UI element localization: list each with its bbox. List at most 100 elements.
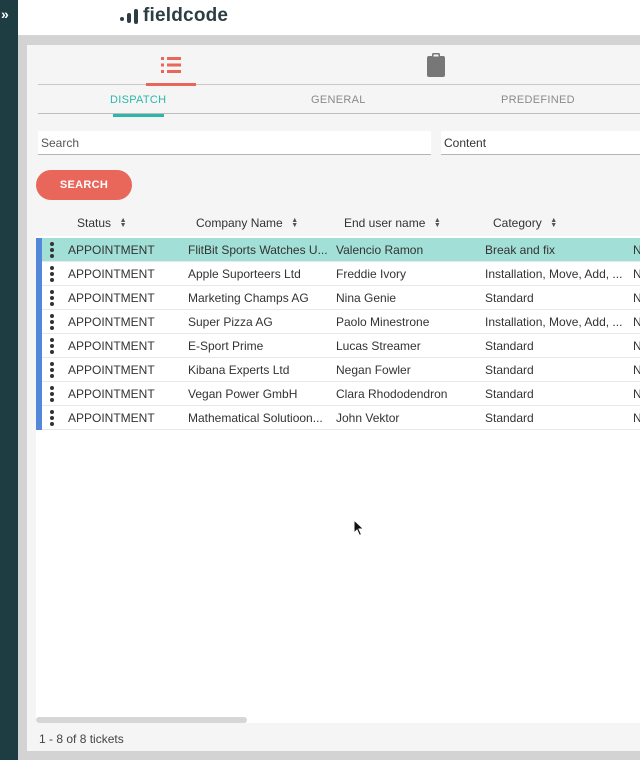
cell-category: Standard (485, 411, 534, 425)
kebab-menu-icon[interactable] (50, 290, 54, 306)
cell-company: Marketing Champs AG (188, 291, 309, 305)
cell-truncated: N (633, 315, 640, 329)
search-input[interactable] (38, 131, 431, 155)
cell-end-user: Freddie Ivory (336, 267, 407, 281)
cell-company: Mathematical Solutioon... (188, 411, 323, 425)
row-marker (36, 262, 42, 286)
table-row[interactable]: APPOINTMENT Marketing Champs AG Nina Gen… (36, 286, 640, 310)
logo-text: fieldcode (143, 5, 229, 26)
column-label: End user name (344, 216, 426, 230)
icon-tab-bar (38, 45, 640, 86)
row-marker (36, 382, 42, 406)
cell-end-user: Lucas Streamer (336, 339, 421, 353)
top-bar: fieldcode (18, 0, 640, 36)
tab-clipboard-view[interactable] (411, 45, 461, 85)
cell-company: Vegan Power GmbH (188, 387, 298, 401)
table-header: Status ▲ ▼ Company Name ▲ ▼ End user name … (36, 214, 640, 236)
row-marker (36, 334, 42, 358)
table-row[interactable]: APPOINTMENT Mathematical Solutioon... Jo… (36, 406, 640, 430)
column-header-end-user-name[interactable]: End user name ▲ ▼ (344, 216, 441, 230)
tab-bar: DISPATCH GENERAL PREDEFINED (38, 88, 640, 117)
sort-icon[interactable]: ▲ ▼ (550, 217, 558, 229)
ticket-count: 1 - 8 of 8 tickets (39, 732, 124, 746)
column-header-status[interactable]: Status ▲ ▼ (77, 216, 127, 230)
mouse-cursor-icon (353, 519, 365, 537)
cell-truncated: N (633, 243, 640, 257)
cell-end-user: Negan Fowler (336, 363, 411, 377)
cell-status: APPOINTMENT (68, 267, 155, 281)
cell-truncated: N (633, 291, 640, 305)
cell-status: APPOINTMENT (68, 315, 155, 329)
cell-category: Break and fix (485, 243, 556, 257)
table-row[interactable]: APPOINTMENT Vegan Power GmbH Clara Rhodo… (36, 382, 640, 406)
cell-status: APPOINTMENT (68, 363, 155, 377)
table-footer: 1 - 8 of 8 tickets (27, 726, 640, 751)
tab-list-view[interactable] (146, 45, 196, 86)
cell-truncated: N (633, 339, 640, 353)
cell-status: APPOINTMENT (68, 291, 155, 305)
kebab-menu-icon[interactable] (50, 266, 54, 282)
cell-company: Kibana Experts Ltd (188, 363, 290, 377)
cell-end-user: Paolo Minestrone (336, 315, 430, 329)
kebab-menu-icon[interactable] (50, 314, 54, 330)
table-row[interactable]: APPOINTMENT E-Sport Prime Lucas Streamer… (36, 334, 640, 358)
column-header-category[interactable]: Category ▲ ▼ (493, 216, 558, 230)
cell-category: Standard (485, 339, 534, 353)
expand-sidebar-icon[interactable]: » (1, 6, 9, 22)
column-label: Status (77, 216, 112, 230)
cell-company: Super Pizza AG (188, 315, 273, 329)
logo-mark-icon (120, 7, 138, 25)
left-sidebar: » (0, 0, 18, 760)
kebab-menu-icon[interactable] (50, 386, 54, 402)
sort-icon[interactable]: ▲ ▼ (119, 217, 127, 229)
row-marker (36, 286, 42, 310)
tab-general[interactable]: GENERAL (311, 94, 366, 106)
cell-end-user: Valencio Ramon (336, 243, 424, 257)
row-marker (36, 310, 42, 334)
fieldcode-logo: fieldcode (120, 5, 228, 27)
cell-status: APPOINTMENT (68, 411, 155, 425)
cell-status: APPOINTMENT (68, 243, 155, 257)
sort-icon[interactable]: ▲ ▼ (291, 217, 299, 229)
row-marker (36, 238, 42, 262)
column-header-company-name[interactable]: Company Name ▲ ▼ (196, 216, 299, 230)
cell-category: Standard (485, 291, 534, 305)
row-marker (36, 358, 42, 382)
cell-truncated: N (633, 267, 640, 281)
cell-category: Installation, Move, Add, ... (485, 315, 623, 329)
content-select[interactable]: Content (441, 131, 640, 155)
cell-company: E-Sport Prime (188, 339, 264, 353)
tab-predefined[interactable]: PREDEFINED (501, 94, 575, 106)
kebab-menu-icon[interactable] (50, 362, 54, 378)
cell-truncated: N (633, 411, 640, 425)
cell-status: APPOINTMENT (68, 387, 155, 401)
cell-truncated: N (633, 387, 640, 401)
column-label: Company Name (196, 216, 283, 230)
cell-end-user: John Vektor (336, 411, 400, 425)
table-row[interactable]: APPOINTMENT FlitBit Sports Watches U... … (36, 238, 640, 262)
cell-category: Standard (485, 363, 534, 377)
table-row[interactable]: APPOINTMENT Apple Suporteers Ltd Freddie… (36, 262, 640, 286)
kebab-menu-icon[interactable] (50, 338, 54, 354)
cell-category: Installation, Move, Add, ... (485, 267, 623, 281)
cell-end-user: Nina Genie (336, 291, 397, 305)
cell-category: Standard (485, 387, 534, 401)
row-marker (36, 406, 42, 430)
cell-company: FlitBit Sports Watches U... (188, 243, 328, 257)
table-row[interactable]: APPOINTMENT Kibana Experts Ltd Negan Fow… (36, 358, 640, 382)
cell-end-user: Clara Rhododendron (336, 387, 448, 401)
table-row[interactable]: APPOINTMENT Super Pizza AG Paolo Minestr… (36, 310, 640, 334)
sort-icon[interactable]: ▲ ▼ (433, 217, 441, 229)
column-label: Category (493, 216, 542, 230)
kebab-menu-icon[interactable] (50, 410, 54, 426)
ticket-table: Status ▲ ▼ Company Name ▲ ▼ End user name … (36, 214, 640, 723)
kebab-menu-icon[interactable] (50, 242, 54, 258)
cell-company: Apple Suporteers Ltd (188, 267, 301, 281)
list-icon (161, 57, 181, 73)
search-button[interactable]: SEARCH (36, 170, 132, 200)
clipboard-icon (427, 53, 445, 77)
cell-truncated: N (633, 363, 640, 377)
cell-status: APPOINTMENT (68, 339, 155, 353)
tab-dispatch[interactable]: DISPATCH (110, 94, 166, 117)
horizontal-scrollbar[interactable] (36, 717, 247, 723)
